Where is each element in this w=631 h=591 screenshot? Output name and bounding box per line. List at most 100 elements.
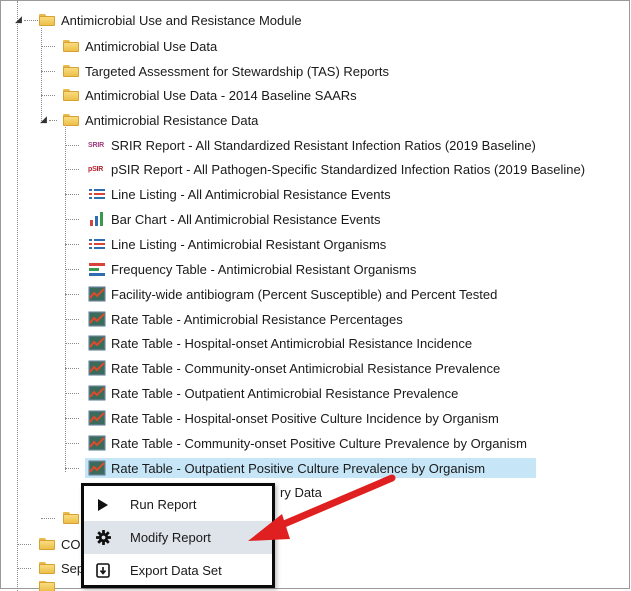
tree-guide-line (65, 468, 79, 469)
report-label: Rate Table - Community-onset Positive Cu… (111, 435, 527, 451)
tree-node-module[interactable]: Antimicrobial Use and Resistance Module (39, 10, 302, 30)
report-rate-table[interactable]: Rate Table - Community-onset Antimicrobi… (88, 358, 500, 378)
rate-table-icon (88, 286, 106, 302)
folder-icon (39, 538, 55, 550)
report-label: Line Listing - Antimicrobial Resistant O… (111, 236, 387, 252)
line-listing-icon (88, 236, 106, 252)
tree-guide-line (65, 219, 79, 220)
report-label: Line Listing - All Antimicrobial Resista… (111, 186, 391, 202)
report-rate-table[interactable]: Rate Table - Antimicrobial Resistance Pe… (88, 309, 403, 329)
report-line-listing[interactable]: Line Listing - All Antimicrobial Resista… (88, 184, 391, 204)
tree-node-label: CO (61, 536, 81, 552)
report-label: Bar Chart - All Antimicrobial Resistance… (111, 211, 381, 227)
tree-guide-line (49, 120, 57, 121)
tree-guide-line (65, 145, 79, 146)
report-psir[interactable]: pSIR pSIR Report - All Pathogen-Specific… (88, 159, 585, 179)
report-rate-table[interactable]: Rate Table - Hospital-onset Antimicrobia… (88, 333, 472, 353)
rate-table-icon (88, 385, 106, 401)
run-report-menu-item[interactable]: Run Report (84, 488, 272, 521)
tree-node-folder[interactable]: Antimicrobial Use Data - 2014 Baseline S… (63, 85, 357, 105)
tree-guide-line (65, 127, 66, 472)
tree-node-label: Antimicrobial Use Data (85, 38, 218, 54)
report-label: Rate Table - Hospital-onset Antimicrobia… (111, 335, 473, 351)
export-icon (92, 563, 114, 578)
bar-chart-icon (88, 211, 106, 227)
menu-item-label: Export Data Set (130, 563, 222, 578)
tree-guide-line (41, 518, 55, 519)
report-line-listing[interactable]: Line Listing - Antimicrobial Resistant O… (88, 234, 386, 254)
tree-node-folder[interactable]: Antimicrobial Use Data (63, 36, 217, 56)
tree-node-label: Antimicrobial Use Data - 2014 Baseline S… (85, 87, 357, 103)
rate-table-icon (88, 360, 106, 376)
tree-guide-line (65, 393, 79, 394)
report-srir[interactable]: SRIR SRIR Report - All Standardized Resi… (88, 135, 536, 155)
tree-guide-line (65, 244, 79, 245)
rate-table-icon (88, 435, 106, 451)
srir-icon: SRIR (88, 141, 104, 149)
folder-icon (39, 14, 55, 26)
tree-guide-line (65, 418, 79, 419)
report-rate-table-selected[interactable]: Rate Table - Outpatient Positive Culture… (85, 458, 536, 478)
report-label: Rate Table - Community-onset Antimicrobi… (111, 360, 501, 376)
report-label: Rate Table - Antimicrobial Resistance Pe… (111, 311, 403, 327)
report-label: SRIR Report - All Standardized Resistant… (111, 137, 536, 153)
tree-node-label: Antimicrobial Resistance Data (85, 112, 259, 128)
rate-table-icon (88, 335, 106, 351)
menu-item-label: Modify Report (130, 530, 211, 545)
report-bar-chart[interactable]: Bar Chart - All Antimicrobial Resistance… (88, 209, 381, 229)
report-frequency-table[interactable]: Frequency Table - Antimicrobial Resistan… (88, 259, 416, 279)
tree-node-folder-partial[interactable]: ry Data (280, 482, 322, 502)
report-label: Facility-wide antibiogram (Percent Susce… (111, 286, 498, 302)
tree-node-label: Antimicrobial Use and Resistance Module (61, 12, 302, 28)
tree-node-folder[interactable]: Targeted Assessment for Stewardship (TAS… (63, 61, 389, 81)
report-label: Rate Table - Outpatient Antimicrobial Re… (111, 385, 459, 401)
report-rate-table[interactable]: Facility-wide antibiogram (Percent Susce… (88, 284, 497, 304)
report-rate-table[interactable]: Rate Table - Hospital-onset Positive Cul… (88, 408, 499, 428)
tree-guide-line (65, 294, 79, 295)
play-icon (92, 498, 114, 512)
tree-guide-line (65, 194, 79, 195)
folder-icon (63, 40, 79, 52)
frequency-table-icon (88, 261, 106, 277)
rate-table-icon (88, 311, 106, 327)
report-label: pSIR Report - All Pathogen-Specific Stan… (111, 161, 586, 177)
psir-icon: pSIR (88, 165, 104, 173)
tree-guide-line (65, 169, 79, 170)
collapse-arrow-icon[interactable]: ◢ (15, 14, 22, 24)
rate-table-icon (88, 460, 106, 476)
report-rate-table[interactable]: Rate Table - Outpatient Antimicrobial Re… (88, 383, 458, 403)
export-data-set-menu-item[interactable]: Export Data Set (84, 554, 272, 587)
gear-icon (92, 530, 114, 545)
tree-guide-line (41, 95, 55, 96)
tree-guide-line (65, 343, 79, 344)
tree-node-folder[interactable]: CO (39, 534, 81, 554)
report-label: Rate Table - Hospital-onset Positive Cul… (111, 410, 499, 426)
collapse-arrow-icon[interactable]: ◢ (40, 114, 47, 124)
tree-guide-line (65, 368, 79, 369)
report-label: Rate Table - Outpatient Positive Culture… (111, 460, 486, 476)
tree-guide-line (17, 1, 18, 591)
folder-icon (63, 89, 79, 101)
modify-report-menu-item[interactable]: Modify Report (84, 521, 272, 554)
tree-node-folder[interactable]: Sep (39, 558, 84, 578)
tree-guide-line (17, 568, 31, 569)
report-label: Frequency Table - Antimicrobial Resistan… (111, 261, 417, 277)
folder-icon (63, 114, 79, 126)
rate-table-icon (88, 410, 106, 426)
tree-node-label: Targeted Assessment for Stewardship (TAS… (85, 63, 389, 79)
tree-guide-line (17, 544, 31, 545)
tree-node-folder[interactable]: Antimicrobial Resistance Data (63, 110, 258, 130)
tree-guide-line (41, 46, 55, 47)
line-listing-icon (88, 186, 106, 202)
tree-guide-line (65, 443, 79, 444)
folder-icon (63, 65, 79, 77)
context-menu: Run Report Modify Report Export Data Set (81, 483, 275, 588)
report-rate-table[interactable]: Rate Table - Community-onset Positive Cu… (88, 433, 527, 453)
menu-item-label: Run Report (130, 497, 197, 512)
tree-guide-line (65, 269, 79, 270)
folder-icon (63, 512, 79, 524)
tree-guide-line (41, 71, 55, 72)
tree-guide-line (65, 319, 79, 320)
tree-node-label: ry Data (280, 484, 322, 500)
tree-guide-line (41, 28, 42, 123)
